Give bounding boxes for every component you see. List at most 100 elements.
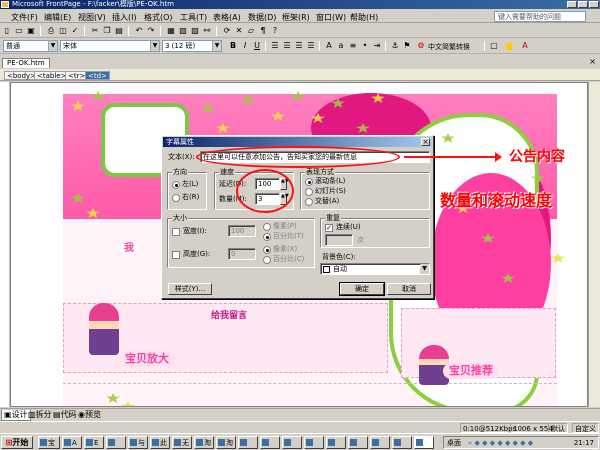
height-input[interactable]: 0	[228, 248, 256, 260]
menu-window[interactable]: 窗口(W)	[316, 12, 346, 23]
paste-icon[interactable]: ▤	[114, 26, 124, 36]
cut-icon[interactable]: ✂	[90, 26, 100, 36]
tray-icons[interactable]: » ◆ ◆ ◆ ◆ ◆ ◆ ◆ ◆	[468, 437, 533, 449]
font-grow-icon[interactable]: A	[324, 41, 334, 51]
print-icon[interactable]: ⎙	[46, 26, 56, 36]
save-icon[interactable]: ▣	[26, 26, 36, 36]
task-item[interactable]: E	[84, 436, 104, 449]
help-search-input[interactable]: 键入需要帮助的问题	[494, 11, 586, 22]
direction-right-radio[interactable]	[172, 194, 180, 202]
undo-icon[interactable]: ↶	[134, 26, 144, 36]
menu-frames[interactable]: 框架(R)	[282, 12, 310, 23]
width-pixel-radio[interactable]	[263, 223, 271, 231]
width-input[interactable]: 100	[228, 225, 256, 237]
dialog-close-button[interactable]: ×	[421, 138, 430, 146]
task-item[interactable]	[326, 436, 346, 449]
style-select[interactable]: 普通 ▼	[3, 40, 58, 52]
indent-icon[interactable]: ⇥	[372, 41, 382, 51]
bullet-list-icon[interactable]: •	[360, 41, 370, 51]
close-window-button[interactable]	[589, 1, 599, 8]
bold-icon[interactable]: B	[228, 41, 238, 51]
start-button[interactable]: ⊞开始	[1, 436, 33, 449]
behavior-slide-radio[interactable]	[305, 188, 313, 196]
refresh-icon[interactable]: ⟳	[222, 26, 232, 36]
task-item[interactable]: 无	[172, 436, 192, 449]
height-checkbox[interactable]	[172, 251, 180, 259]
task-item[interactable]	[260, 436, 280, 449]
task-item[interactable]	[238, 436, 258, 449]
open-icon[interactable]: ▭	[14, 26, 24, 36]
show-all-icon[interactable]: ¶	[258, 26, 268, 36]
task-item[interactable]	[106, 436, 126, 449]
behavior-scroll-radio[interactable]	[305, 178, 313, 186]
align-left-icon[interactable]: ☰	[270, 41, 280, 51]
repeat-count-input[interactable]	[325, 234, 353, 246]
style-button[interactable]: 样式(Y)...	[168, 283, 212, 295]
insert-picture-icon[interactable]: ▨	[190, 26, 200, 36]
bookmark-icon[interactable]: ⚑	[402, 41, 412, 51]
convert-label[interactable]: 中文简繁转换	[428, 42, 470, 52]
new-page-icon[interactable]: ▯	[2, 26, 12, 36]
vertical-scrollbar[interactable]	[588, 82, 600, 407]
justify-icon[interactable]: ☰	[306, 41, 316, 51]
italic-icon[interactable]: I	[240, 41, 250, 51]
task-item[interactable]	[370, 436, 390, 449]
convert-icon[interactable]: ⚙	[416, 41, 426, 51]
desktop-toolbar[interactable]: 桌面	[447, 437, 461, 449]
folder-icon[interactable]: ▱	[246, 26, 256, 36]
size-select[interactable]: 3 (12 磅) ▼	[162, 40, 222, 52]
task-item-active[interactable]	[414, 436, 434, 449]
menu-help[interactable]: 帮助(H)	[350, 12, 378, 23]
height-pixel-radio[interactable]	[263, 246, 271, 254]
tab-code[interactable]: ▤代码	[51, 410, 79, 421]
menu-file[interactable]: 文件(F)	[11, 12, 38, 23]
task-item[interactable]: 与	[128, 436, 148, 449]
status-default[interactable]: 默认	[548, 423, 568, 433]
tag-td[interactable]: <td>	[85, 71, 110, 80]
background-color-select[interactable]: 自动 ▼	[320, 263, 430, 275]
continuous-checkbox[interactable]: ✓	[325, 224, 333, 232]
align-center-icon[interactable]: ☰	[282, 41, 292, 51]
menu-edit[interactable]: 编辑(E)	[44, 12, 71, 23]
tab-preview[interactable]: ◉预览	[76, 410, 103, 421]
menu-format[interactable]: 格式(O)	[144, 12, 173, 23]
menu-data[interactable]: 数据(D)	[248, 12, 276, 23]
align-right-icon[interactable]: ☰	[294, 41, 304, 51]
task-item[interactable]: 淘	[216, 436, 236, 449]
menu-tools[interactable]: 工具(T)	[180, 12, 207, 23]
anchor-icon[interactable]: ⚓	[390, 41, 400, 51]
menu-view[interactable]: 视图(V)	[78, 12, 106, 23]
task-item[interactable]: 宝	[38, 436, 60, 449]
stop-icon[interactable]: ✕	[234, 26, 244, 36]
copy-icon[interactable]: ❐	[102, 26, 112, 36]
insert-table-icon[interactable]: ▦	[166, 26, 176, 36]
width-percent-radio[interactable]	[263, 233, 271, 241]
task-item[interactable]: 淘	[194, 436, 214, 449]
redo-icon[interactable]: ↷	[146, 26, 156, 36]
hyperlink-icon[interactable]: ⚯	[202, 26, 212, 36]
direction-left-radio[interactable]	[172, 181, 180, 189]
task-item[interactable]	[304, 436, 324, 449]
tab-document[interactable]: PE-OK.htm	[2, 58, 50, 68]
status-custom[interactable]: 自定义	[572, 423, 599, 433]
ok-button[interactable]: 确定	[339, 282, 385, 296]
maximize-button[interactable]	[578, 1, 588, 8]
insert-layer-icon[interactable]: ▧	[178, 26, 188, 36]
behavior-alternate-radio[interactable]	[305, 198, 313, 206]
font-color-icon[interactable]: A	[520, 41, 530, 51]
task-item[interactable]: A	[62, 436, 82, 449]
underline-icon[interactable]: U	[252, 41, 262, 51]
preview-icon[interactable]: ◫	[58, 26, 68, 36]
highlight-icon[interactable]: ▆	[504, 41, 514, 51]
task-item[interactable]: 此	[150, 436, 170, 449]
border-icon[interactable]: ▢	[489, 41, 499, 51]
numbered-list-icon[interactable]: ≡	[348, 41, 358, 51]
font-select[interactable]: 宋体 ▼	[60, 40, 160, 52]
help-icon[interactable]: ?	[270, 26, 280, 36]
minimize-button[interactable]	[567, 1, 577, 8]
close-doc-icon[interactable]: ×	[589, 57, 596, 66]
cancel-button[interactable]: 取消	[387, 283, 431, 295]
font-shrink-icon[interactable]: a	[336, 41, 346, 51]
menu-table[interactable]: 表格(A)	[213, 12, 241, 23]
task-item[interactable]	[282, 436, 302, 449]
